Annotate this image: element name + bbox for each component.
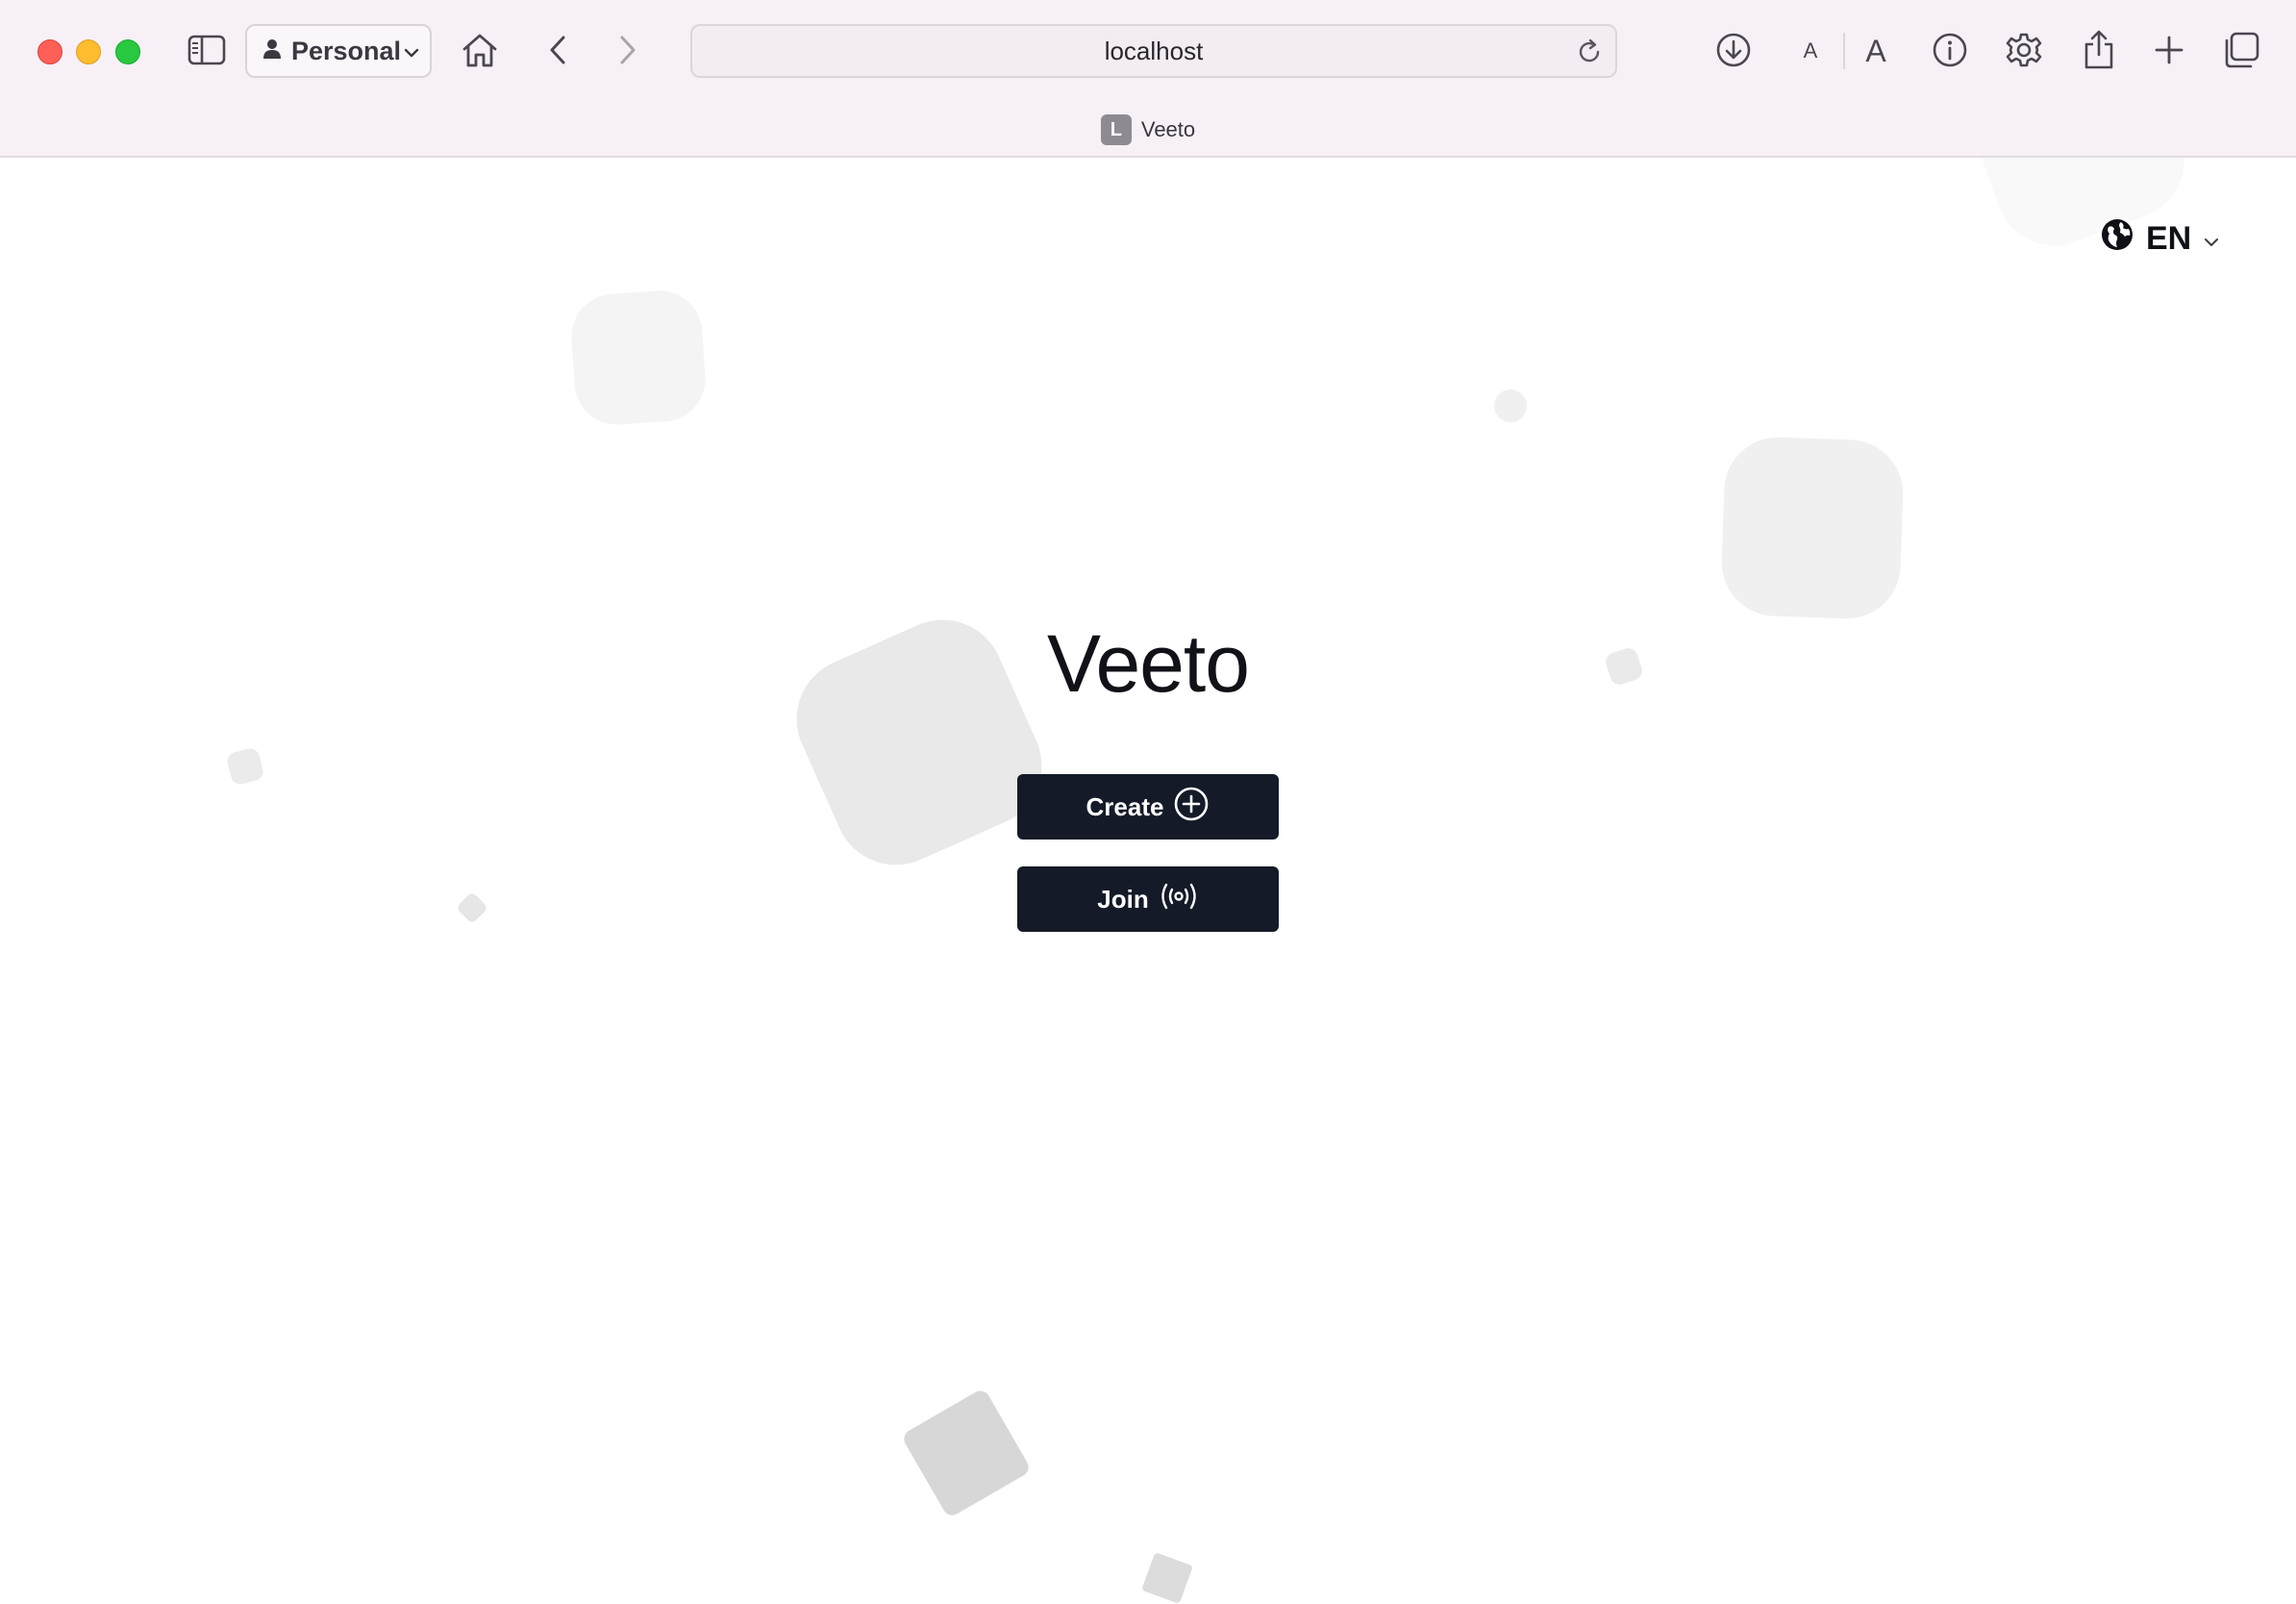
close-window-button[interactable] (37, 39, 62, 64)
decorative-shape (1494, 389, 1527, 422)
tab-title: Veeto (1140, 117, 1196, 141)
decrease-text-size-icon[interactable]: A (1785, 25, 1835, 75)
page-content: EN Veeto Create Join (0, 158, 2296, 1604)
globe-icon (2100, 217, 2134, 261)
svg-text:A: A (1804, 38, 1818, 63)
tab-favicon: L (1100, 114, 1132, 145)
svg-text:A: A (1865, 34, 1886, 67)
share-icon[interactable] (2074, 25, 2124, 75)
decorative-shape (225, 746, 265, 787)
chevron-left-icon[interactable] (534, 25, 584, 75)
decorative-shape (1719, 435, 1906, 621)
minimize-window-button[interactable] (76, 39, 101, 64)
zoom-window-button[interactable] (115, 39, 140, 64)
gear-icon[interactable] (1999, 25, 2049, 75)
language-label: EN (2146, 219, 2192, 257)
language-selector[interactable]: EN (2100, 217, 2220, 260)
toolbar-divider (1843, 33, 1845, 69)
decorative-shape (456, 891, 488, 924)
app-title: Veeto (1047, 618, 1250, 709)
decorative-shape (568, 288, 709, 428)
tabs-icon[interactable] (2216, 25, 2266, 75)
join-button-label: Join (1097, 884, 1149, 914)
download-icon[interactable] (1709, 25, 1759, 75)
info-icon[interactable] (1925, 25, 1975, 75)
browser-toolbar: Personal localhost A A L Veeto (0, 0, 2296, 158)
active-tab[interactable]: L Veeto (0, 113, 2296, 146)
plus-circle-icon (1173, 786, 1210, 829)
join-button[interactable]: Join (1017, 866, 1279, 932)
person-icon (262, 37, 282, 66)
plus-icon[interactable] (2144, 25, 2194, 75)
home-icon[interactable] (455, 25, 505, 75)
profile-label: Personal (291, 36, 402, 65)
chevron-down-icon (403, 40, 420, 70)
address-bar[interactable]: localhost (690, 24, 1617, 78)
decorative-shape (900, 1387, 1033, 1519)
reload-icon[interactable] (1575, 38, 1604, 73)
browser-window: Personal localhost A A L Veeto EN Veeto … (0, 0, 2296, 1604)
create-button-label: Create (1086, 791, 1164, 821)
broadcast-icon (1159, 881, 1199, 918)
url-text: localhost (1104, 36, 1204, 65)
profile-selector[interactable]: Personal (245, 24, 432, 78)
chevron-right-icon[interactable] (602, 25, 652, 75)
decorative-shape (1141, 1552, 1193, 1604)
sidebar-icon[interactable] (182, 25, 232, 75)
create-button[interactable]: Create (1017, 774, 1279, 840)
increase-text-size-icon[interactable]: A (1851, 25, 1901, 75)
chevron-down-icon (2203, 220, 2220, 258)
